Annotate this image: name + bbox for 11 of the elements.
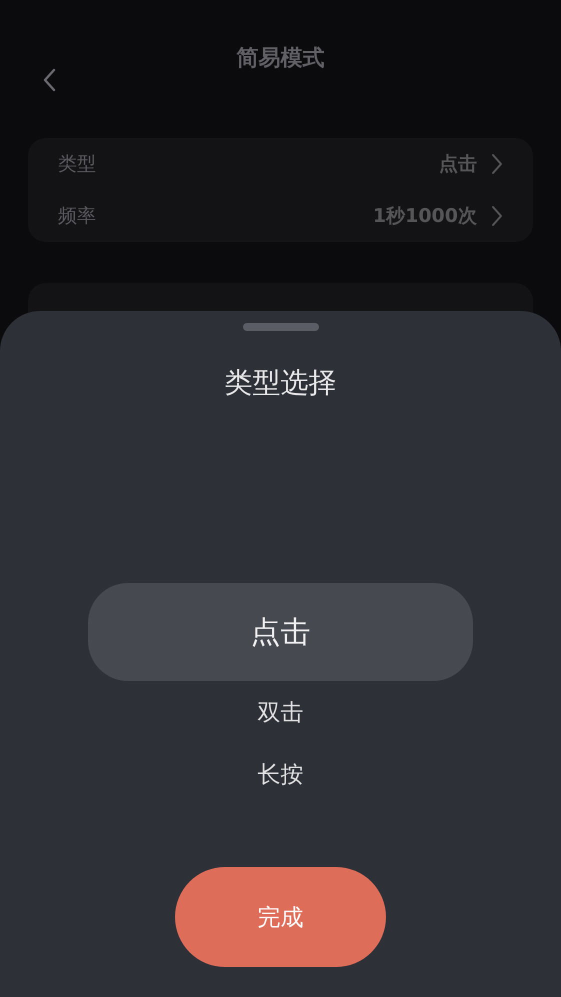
picker-option[interactable]: 双击: [88, 681, 473, 743]
page-title: 简易模式: [236, 45, 324, 73]
setting-label: 类型: [58, 152, 97, 177]
setting-label: 频率: [58, 204, 97, 229]
chevron-icon[interactable]: [491, 205, 503, 227]
drag-handle[interactable]: [242, 323, 318, 331]
picker-option[interactable]: 点击: [88, 583, 473, 681]
sheet-title: 类型选择: [224, 365, 336, 401]
chevron-icon[interactable]: [491, 153, 503, 175]
back-icon[interactable]: [42, 68, 56, 92]
picker-option[interactable]: 长按: [88, 743, 473, 805]
